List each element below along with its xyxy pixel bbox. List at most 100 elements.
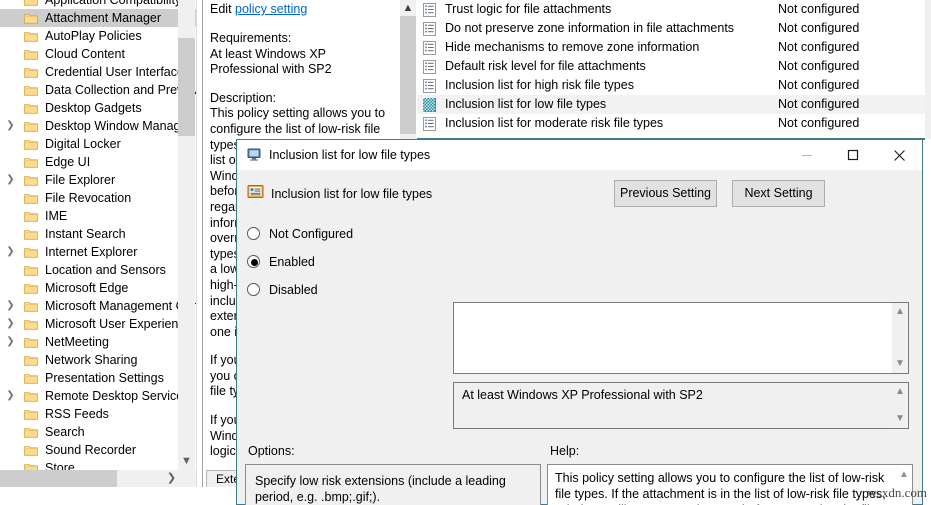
policy-setting-name: Do not preserve zone information in file…: [445, 21, 735, 35]
tree-item-data-collection-and-preview[interactable]: Data Collection and Preview: [0, 81, 196, 99]
policy-setting-icon: [423, 98, 436, 112]
tree-item-label: Application Compatibility: [45, 0, 182, 7]
tree-item-file-revocation[interactable]: File Revocation: [0, 189, 196, 207]
pane-splitter[interactable]: [196, 0, 203, 487]
radio-disabled[interactable]: Disabled: [247, 276, 397, 304]
tree-vertical-scrollbar[interactable]: ▼: [178, 0, 195, 470]
chevron-down-icon[interactable]: ▼: [892, 412, 908, 426]
folder-icon: [24, 67, 38, 78]
tree-item-label: File Revocation: [45, 191, 132, 205]
chevron-up-icon[interactable]: ▲: [400, 0, 416, 16]
radio-indicator[interactable]: [247, 255, 260, 268]
dialog-titlebar[interactable]: Inclusion list for low file types: [237, 140, 922, 170]
radio-not-configured[interactable]: Not Configured: [247, 220, 397, 248]
policy-settings-list[interactable]: Trust logic for file attachments Not conf…: [417, 0, 931, 139]
supported-scrollbar[interactable]: ▲ ▼: [892, 383, 908, 428]
tree-item-label: Presentation Settings: [45, 371, 164, 385]
minimize-button[interactable]: [784, 140, 830, 170]
tree-item-autoplay-policies[interactable]: AutoPlay Policies: [0, 27, 196, 45]
policy-setting-state: Not configured: [778, 21, 860, 35]
policy-setting-icon: [423, 22, 436, 36]
policy-setting-icon: [423, 41, 436, 55]
tree-item-desktop-gadgets[interactable]: Desktop Gadgets: [0, 99, 196, 117]
expand-chevron-icon[interactable]: ❯: [5, 171, 16, 189]
expand-chevron-icon[interactable]: ❯: [5, 243, 16, 261]
policy-row[interactable]: Hide mechanisms to remove zone informati…: [417, 38, 931, 57]
policy-row[interactable]: Inclusion list for high risk file types N…: [417, 76, 931, 95]
tree-item-microsoft-management-console[interactable]: ❯ Microsoft Management Console: [0, 297, 196, 315]
tree-item-label: Search: [45, 425, 85, 439]
policy-setting-icon: [423, 60, 436, 74]
folder-icon: [24, 445, 38, 456]
tree-item-digital-locker[interactable]: Digital Locker: [0, 135, 196, 153]
policy-setting-name: Inclusion list for moderate risk file ty…: [445, 116, 664, 130]
tree-item-netmeeting[interactable]: ❯ NetMeeting: [0, 333, 196, 351]
tree-item-network-sharing[interactable]: Network Sharing: [0, 351, 196, 369]
tree-item-location-and-sensors[interactable]: Location and Sensors: [0, 261, 196, 279]
expand-chevron-icon[interactable]: ❯: [5, 117, 16, 135]
tree-vscroll-thumb[interactable]: [178, 38, 195, 136]
tree-item-presentation-settings[interactable]: Presentation Settings: [0, 369, 196, 387]
edit-policy-setting-link[interactable]: policy setting: [235, 2, 307, 16]
options-description: Specify low risk extensions (include a l…: [255, 474, 506, 504]
tree-item-remote-desktop-services[interactable]: ❯ Remote Desktop Services: [0, 387, 196, 405]
comment-textarea[interactable]: ▲ ▼: [453, 302, 909, 374]
previous-setting-button[interactable]: Previous Setting: [614, 180, 717, 207]
gpedit-window: Application Compatibility Attachment Mana…: [0, 0, 931, 505]
close-button[interactable]: [876, 140, 922, 170]
expand-chevron-icon[interactable]: ❯: [5, 333, 16, 351]
tree-item-label: Digital Locker: [45, 137, 121, 151]
tree-item-file-explorer[interactable]: ❯ File Explorer: [0, 171, 196, 189]
policy-tree-pane[interactable]: Application Compatibility Attachment Mana…: [0, 0, 196, 487]
tree-item-desktop-window-manager[interactable]: ❯ Desktop Window Manager: [0, 117, 196, 135]
maximize-button[interactable]: [830, 140, 876, 170]
chevron-up-icon[interactable]: ▲: [892, 305, 908, 319]
chevron-up-icon[interactable]: ▲: [892, 385, 908, 399]
tree-item-credential-user-interface[interactable]: Credential User Interface: [0, 63, 196, 81]
tree-item-application-compatibility[interactable]: Application Compatibility: [0, 0, 196, 9]
tree-item-label: AutoPlay Policies: [45, 29, 142, 43]
tree-item-cloud-content[interactable]: Cloud Content: [0, 45, 196, 63]
tree-item-microsoft-edge[interactable]: Microsoft Edge: [0, 279, 196, 297]
tree-item-label: Internet Explorer: [45, 245, 138, 259]
tree-item-ime[interactable]: IME: [0, 207, 196, 225]
tree-item-search[interactable]: Search: [0, 423, 196, 441]
tree-item-sound-recorder[interactable]: Sound Recorder: [0, 441, 196, 459]
radio-indicator[interactable]: [247, 227, 260, 240]
chevron-down-icon[interactable]: ▼: [178, 453, 195, 470]
tree-item-internet-explorer[interactable]: ❯ Internet Explorer: [0, 243, 196, 261]
tree-horizontal-scrollbar[interactable]: ❯: [0, 470, 196, 487]
policy-row[interactable]: Inclusion list for low file types Not con…: [417, 95, 931, 114]
folder-icon: [24, 229, 38, 240]
policy-state-radio-group[interactable]: Not Configured Enabled Disabled: [247, 220, 397, 304]
folder-icon: [24, 265, 38, 276]
dialog-body: Not ConfiguredEnabledDisabled Comment: ▲…: [237, 219, 922, 505]
policy-row[interactable]: Do not preserve zone information in file…: [417, 19, 931, 38]
policy-setting-icon: [423, 79, 436, 93]
tree-item-microsoft-user-experience[interactable]: ❯ Microsoft User Experience: [0, 315, 196, 333]
folder-icon: [24, 157, 38, 168]
radio-indicator[interactable]: [247, 283, 260, 296]
tree-item-edge-ui[interactable]: Edge UI: [0, 153, 196, 171]
policy-row[interactable]: Default risk level for file attachments N…: [417, 57, 931, 76]
chevron-right-icon[interactable]: ❯: [163, 470, 180, 487]
folder-icon: [24, 283, 38, 294]
expand-chevron-icon[interactable]: ❯: [5, 387, 16, 405]
chevron-up-icon[interactable]: ▲: [896, 468, 912, 482]
policy-row[interactable]: Trust logic for file attachments Not conf…: [417, 0, 931, 19]
expand-chevron-icon[interactable]: ❯: [5, 315, 16, 333]
expand-chevron-icon[interactable]: ❯: [5, 297, 16, 315]
policy-row[interactable]: Inclusion list for moderate risk file ty…: [417, 114, 931, 133]
policy-list-scrollbar[interactable]: [925, 0, 931, 139]
next-setting-button[interactable]: Next Setting: [732, 180, 825, 207]
tree-item-rss-feeds[interactable]: RSS Feeds: [0, 405, 196, 423]
tree-item-attachment-manager[interactable]: Attachment Manager: [0, 9, 196, 27]
comment-scrollbar[interactable]: ▲ ▼: [892, 303, 908, 373]
tree-hscroll-thumb[interactable]: [0, 470, 117, 487]
options-panel: Specify low risk extensions (include a l…: [245, 464, 541, 505]
chevron-down-icon[interactable]: ▼: [892, 357, 908, 371]
radio-enabled[interactable]: Enabled: [247, 248, 397, 276]
description-scroll-thumb[interactable]: [400, 16, 416, 134]
tree-item-instant-search[interactable]: Instant Search: [0, 225, 196, 243]
policy-tree-list[interactable]: Application Compatibility Attachment Mana…: [0, 0, 196, 477]
